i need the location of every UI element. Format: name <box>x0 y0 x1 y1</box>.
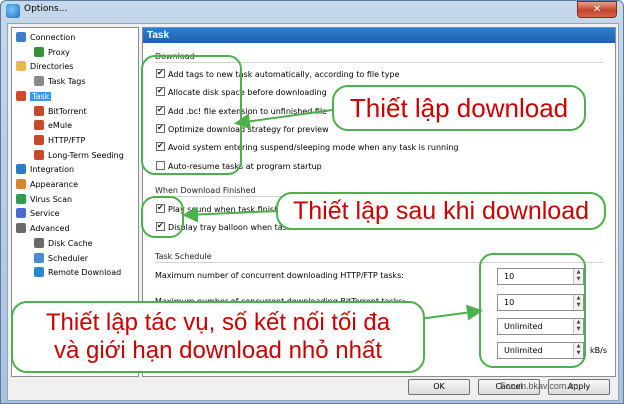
task-icon <box>16 90 26 101</box>
tree-item-virus-scan[interactable]: Virus Scan <box>16 193 72 207</box>
emule-icon <box>34 120 44 131</box>
tree-item-label: Service <box>30 209 60 219</box>
tree-item-label: HTTP/FTP <box>48 135 86 145</box>
tree-item-long-term-seeding[interactable]: Long-Term Seeding <box>34 149 124 163</box>
folder-icon <box>16 61 26 72</box>
tag-icon <box>34 76 44 87</box>
tree-item-label: Appearance <box>30 180 79 189</box>
tree-item-bittorrent[interactable]: BitTorrent <box>34 105 87 119</box>
tree-item-task-tags[interactable]: Task Tags <box>34 75 86 89</box>
remote-download-icon <box>34 267 44 278</box>
close-button[interactable]: ✕ <box>577 1 617 18</box>
tree-item-emule[interactable]: eMule <box>34 119 72 133</box>
schedule-field-label: Maximum number of concurrent downloading… <box>155 271 404 280</box>
appearance-icon <box>16 179 26 189</box>
title-bar: Options... ✕ <box>1 1 623 21</box>
rate-unit: kB/s <box>590 346 607 355</box>
watermark: Forum.bkav.com.vn <box>500 381 579 391</box>
tree-item-label: Connection <box>30 33 76 42</box>
proxy-icon <box>34 46 44 57</box>
after-download-callout: Thiết lập sau khi download <box>276 192 606 230</box>
tree-item-directories[interactable]: Directories <box>16 60 73 74</box>
tree-item-remote-download[interactable]: Remote Download <box>34 266 121 280</box>
download-settings-callout: Thiết lập download <box>332 85 586 131</box>
tree-item-task[interactable]: Task <box>16 90 52 104</box>
tree-item-http-ftp[interactable]: HTTP/FTP <box>34 134 85 148</box>
service-icon <box>16 208 26 219</box>
app-icon <box>6 4 20 18</box>
tree-item-label: Task <box>30 91 52 101</box>
bittorrent-icon <box>34 105 44 116</box>
tree-item-label: Directories <box>30 62 74 72</box>
disk-cache-icon <box>34 237 44 248</box>
finished-options-highlight <box>141 196 184 238</box>
finished-section-title: When Download Finished <box>155 186 256 195</box>
tree-item-label: Remote Download <box>48 268 122 278</box>
ok-button[interactable]: OK <box>408 379 470 395</box>
connection-icon <box>16 32 26 42</box>
scheduler-icon <box>34 252 44 263</box>
task-schedule-callout-line1: Thiết lập tác vụ, số kết nối tối đa <box>45 309 391 336</box>
tree-item-label: Proxy <box>48 47 70 57</box>
tree-item-label: Scheduler <box>48 253 89 263</box>
tree-item-label: BitTorrent <box>48 106 87 116</box>
tree-item-advanced[interactable]: Advanced <box>16 222 70 236</box>
window-title: Options... <box>24 4 68 14</box>
tree-item-connection[interactable]: Connection <box>16 31 75 45</box>
httpftp-icon <box>34 134 44 145</box>
tree-item-integration[interactable]: Integration <box>16 163 74 177</box>
task-schedule-callout: Thiết lập tác vụ, số kết nối tối đa và g… <box>11 301 425 373</box>
seeding-icon <box>34 149 44 160</box>
tree-item-label: eMule <box>48 121 73 131</box>
task-schedule-callout-line2: và giới hạn download nhỏ nhất <box>54 337 382 364</box>
panel-title: Task <box>143 28 615 43</box>
tree-item-service[interactable]: Service <box>16 207 60 221</box>
integration-icon <box>16 164 26 175</box>
tree-item-disk-cache[interactable]: Disk Cache <box>34 237 93 251</box>
schedule-section-title: Task Schedule <box>155 252 212 261</box>
schedule-fields-highlight <box>479 253 586 368</box>
option-label: Play sound when task finished <box>168 205 290 214</box>
tree-item-scheduler[interactable]: Scheduler <box>34 252 88 266</box>
virus-scan-icon <box>16 193 26 204</box>
tree-item-label: Long-Term Seeding <box>48 150 124 160</box>
download-options-highlight <box>141 55 242 175</box>
tree-item-label: Integration <box>30 165 75 175</box>
tree-item-appearance[interactable]: Appearance <box>16 178 78 192</box>
tree-item-proxy[interactable]: Proxy <box>34 46 70 60</box>
tree-item-label: Advanced <box>30 224 70 234</box>
tree-item-label: Task Tags <box>48 77 86 87</box>
tree-item-label: Virus Scan <box>30 194 73 204</box>
tree-item-label: Disk Cache <box>48 238 93 248</box>
advanced-icon <box>16 223 26 234</box>
